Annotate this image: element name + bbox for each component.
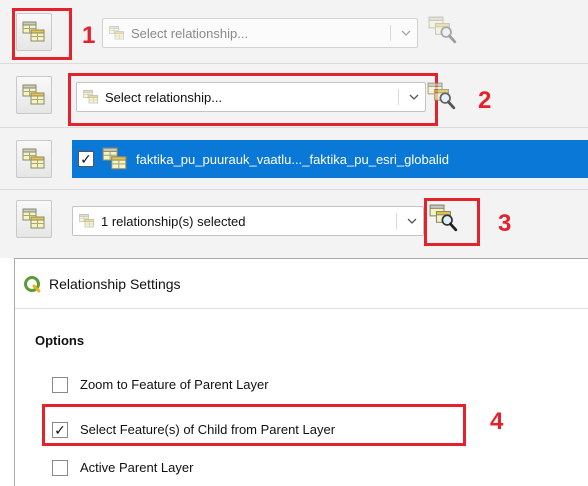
table-relation-icon: [22, 147, 46, 171]
step-number-2: 2: [478, 87, 492, 114]
select-child-label: Select Feature(s) of Child from Parent L…: [80, 422, 336, 437]
panel-frame: Relationship Settings Options: [14, 258, 588, 486]
relationship-icon: [79, 213, 95, 229]
table-relation-icon: [22, 20, 46, 44]
relation-row-1: 1 Select relationship...: [0, 0, 588, 64]
relationship-icon: [83, 89, 99, 105]
step-number-3: 3: [498, 210, 512, 237]
table-relation-icon: [22, 83, 46, 107]
relation-table-button[interactable]: [16, 76, 52, 114]
table-relation-icon: [102, 146, 128, 172]
zoom-relationship-icon[interactable]: [427, 82, 457, 110]
step-number-4: 4: [490, 408, 504, 435]
options-section-title: Options: [35, 333, 85, 348]
zoom-relationship-icon: [429, 204, 459, 232]
table-relation-icon: [22, 207, 46, 231]
zoom-parent-checkbox[interactable]: [52, 377, 68, 393]
active-parent-checkbox[interactable]: [52, 460, 68, 476]
relationship-icon: [109, 25, 125, 41]
layer-name: faktika_pu_puurauk_vaatlu..._faktika_pu_…: [136, 151, 449, 167]
qgis-logo-icon: [24, 275, 41, 292]
layer-checkbox[interactable]: ✓: [78, 151, 94, 167]
relationship-select-label: 1 relationship(s) selected: [101, 213, 246, 229]
panel-title: Relationship Settings: [49, 275, 181, 292]
zoom-relationship-button[interactable]: [428, 202, 460, 234]
layer-row: ✓ faktika_pu_puurauk_vaatlu..._faktika_p…: [0, 128, 588, 190]
zoom-relationship-icon[interactable]: [428, 16, 458, 44]
panel-header: Relationship Settings: [15, 259, 588, 309]
chevron-down-icon: [409, 83, 419, 111]
relation-table-button[interactable]: [16, 200, 52, 238]
relation-row-2: Select relationship... 2: [0, 64, 588, 128]
relationship-select[interactable]: Select relationship...: [76, 82, 426, 112]
step-number-1: 1: [82, 22, 96, 49]
relation-table-button[interactable]: [16, 13, 52, 51]
relation-table-button[interactable]: [16, 140, 52, 178]
relationship-settings-panel: Relationship Settings Options Zoom to Fe…: [0, 258, 588, 486]
relation-row-3: 1 relationship(s) selected 3: [0, 190, 588, 258]
relationship-select-disabled[interactable]: Select relationship...: [102, 18, 418, 48]
relationship-select-label: Select relationship...: [131, 25, 249, 41]
relationship-select[interactable]: 1 relationship(s) selected: [72, 206, 424, 236]
relationship-select-label: Select relationship...: [105, 89, 223, 105]
active-parent-label: Active Parent Layer: [80, 460, 194, 475]
chevron-down-icon: [407, 207, 417, 235]
layer-item-selected[interactable]: ✓ faktika_pu_puurauk_vaatlu..._faktika_p…: [72, 140, 588, 178]
select-child-checkbox[interactable]: ✓: [52, 422, 68, 438]
chevron-down-icon: [401, 19, 411, 47]
zoom-parent-label: Zoom to Feature of Parent Layer: [80, 377, 269, 392]
